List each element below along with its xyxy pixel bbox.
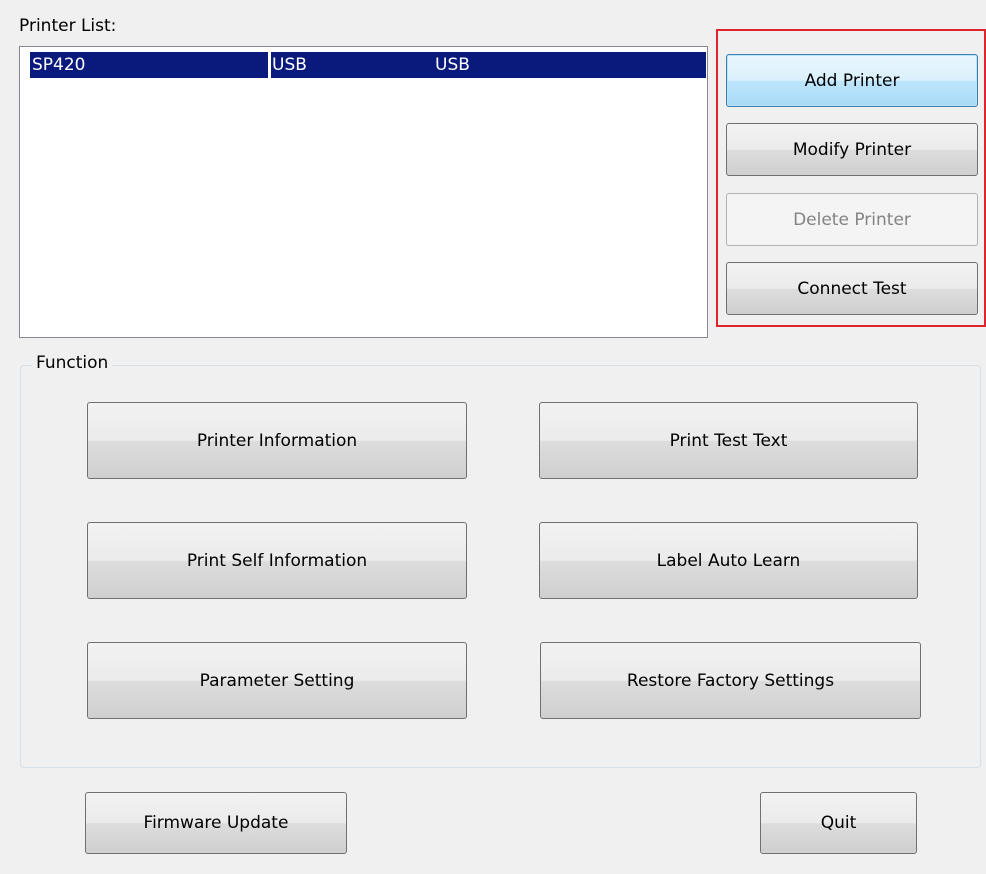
firmware-update-button[interactable]: Firmware Update xyxy=(85,792,347,854)
function-group-title: Function xyxy=(32,353,113,373)
print-test-text-button[interactable]: Print Test Text xyxy=(539,402,918,479)
printer-type-cell: USB xyxy=(272,55,307,75)
printer-name-cell: SP420 xyxy=(32,55,86,75)
printer-port-cell: USB xyxy=(435,55,470,75)
connect-test-button[interactable]: Connect Test xyxy=(726,262,978,315)
printer-list-row[interactable]: SP420 USB USB xyxy=(30,52,706,78)
printer-information-button[interactable]: Printer Information xyxy=(87,402,467,479)
quit-button[interactable]: Quit xyxy=(760,792,917,854)
printer-list-label: Printer List: xyxy=(19,16,117,36)
restore-factory-settings-button[interactable]: Restore Factory Settings xyxy=(540,642,921,719)
modify-printer-button[interactable]: Modify Printer xyxy=(726,123,978,176)
delete-printer-button[interactable]: Delete Printer xyxy=(726,193,978,246)
print-self-information-button[interactable]: Print Self Information xyxy=(87,522,467,599)
printer-listbox[interactable]: SP420 USB USB xyxy=(19,46,708,338)
label-auto-learn-button[interactable]: Label Auto Learn xyxy=(539,522,918,599)
add-printer-button[interactable]: Add Printer xyxy=(726,54,978,107)
column-separator xyxy=(268,52,271,78)
parameter-setting-button[interactable]: Parameter Setting xyxy=(87,642,467,719)
